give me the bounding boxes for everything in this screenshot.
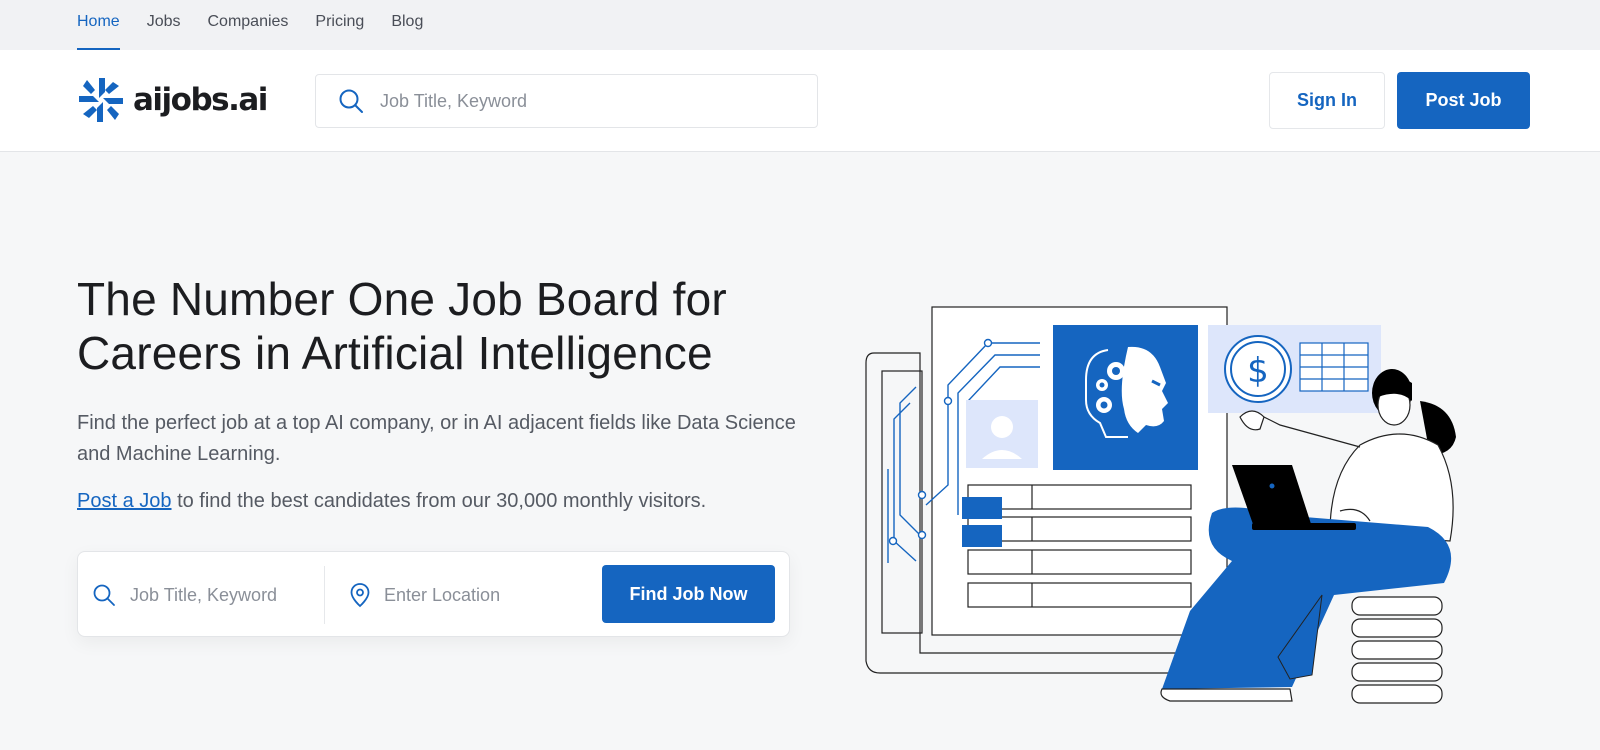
site-header: aijobs.ai Sign In Post Job	[0, 50, 1600, 152]
hero-cta: Post a Job to find the best candidates f…	[77, 486, 797, 517]
logo[interactable]: aijobs.ai	[77, 76, 268, 124]
sign-in-button[interactable]: Sign In	[1269, 72, 1385, 129]
hero-cta-text: to find the best candidates from our 30,…	[171, 490, 707, 512]
nav-item-companies[interactable]: Companies	[207, 0, 288, 50]
post-a-job-link[interactable]: Post a Job	[77, 490, 172, 512]
top-nav: Home Jobs Companies Pricing Blog	[0, 0, 1600, 50]
post-job-button[interactable]: Post Job	[1397, 72, 1530, 129]
nav-item-pricing[interactable]: Pricing	[315, 0, 364, 50]
location-field	[348, 552, 578, 638]
logo-text: aijobs.ai	[133, 82, 268, 118]
search-icon	[93, 584, 115, 606]
nav-item-jobs[interactable]: Jobs	[147, 0, 181, 50]
search-icon	[339, 89, 363, 113]
location-input[interactable]	[384, 584, 574, 606]
nav-item-home[interactable]: Home	[77, 0, 120, 50]
keyword-input[interactable]	[130, 584, 310, 606]
header-search-bar	[315, 74, 818, 128]
logo-mark-icon	[79, 78, 123, 122]
keyword-field	[92, 552, 322, 638]
header-search-input[interactable]	[380, 90, 780, 112]
hero-subtitle: Find the perfect job at a top AI company…	[77, 412, 796, 465]
hero-title: The Number One Job Board for Careers in …	[77, 273, 727, 379]
job-search-box: Find Job Now	[77, 551, 790, 637]
search-divider	[324, 566, 325, 624]
location-pin-icon	[350, 583, 370, 608]
hero-illustration: $	[865, 306, 1456, 704]
nav-item-blog[interactable]: Blog	[391, 0, 423, 50]
svg-text:$: $	[1247, 351, 1269, 391]
find-job-button[interactable]: Find Job Now	[602, 565, 775, 623]
